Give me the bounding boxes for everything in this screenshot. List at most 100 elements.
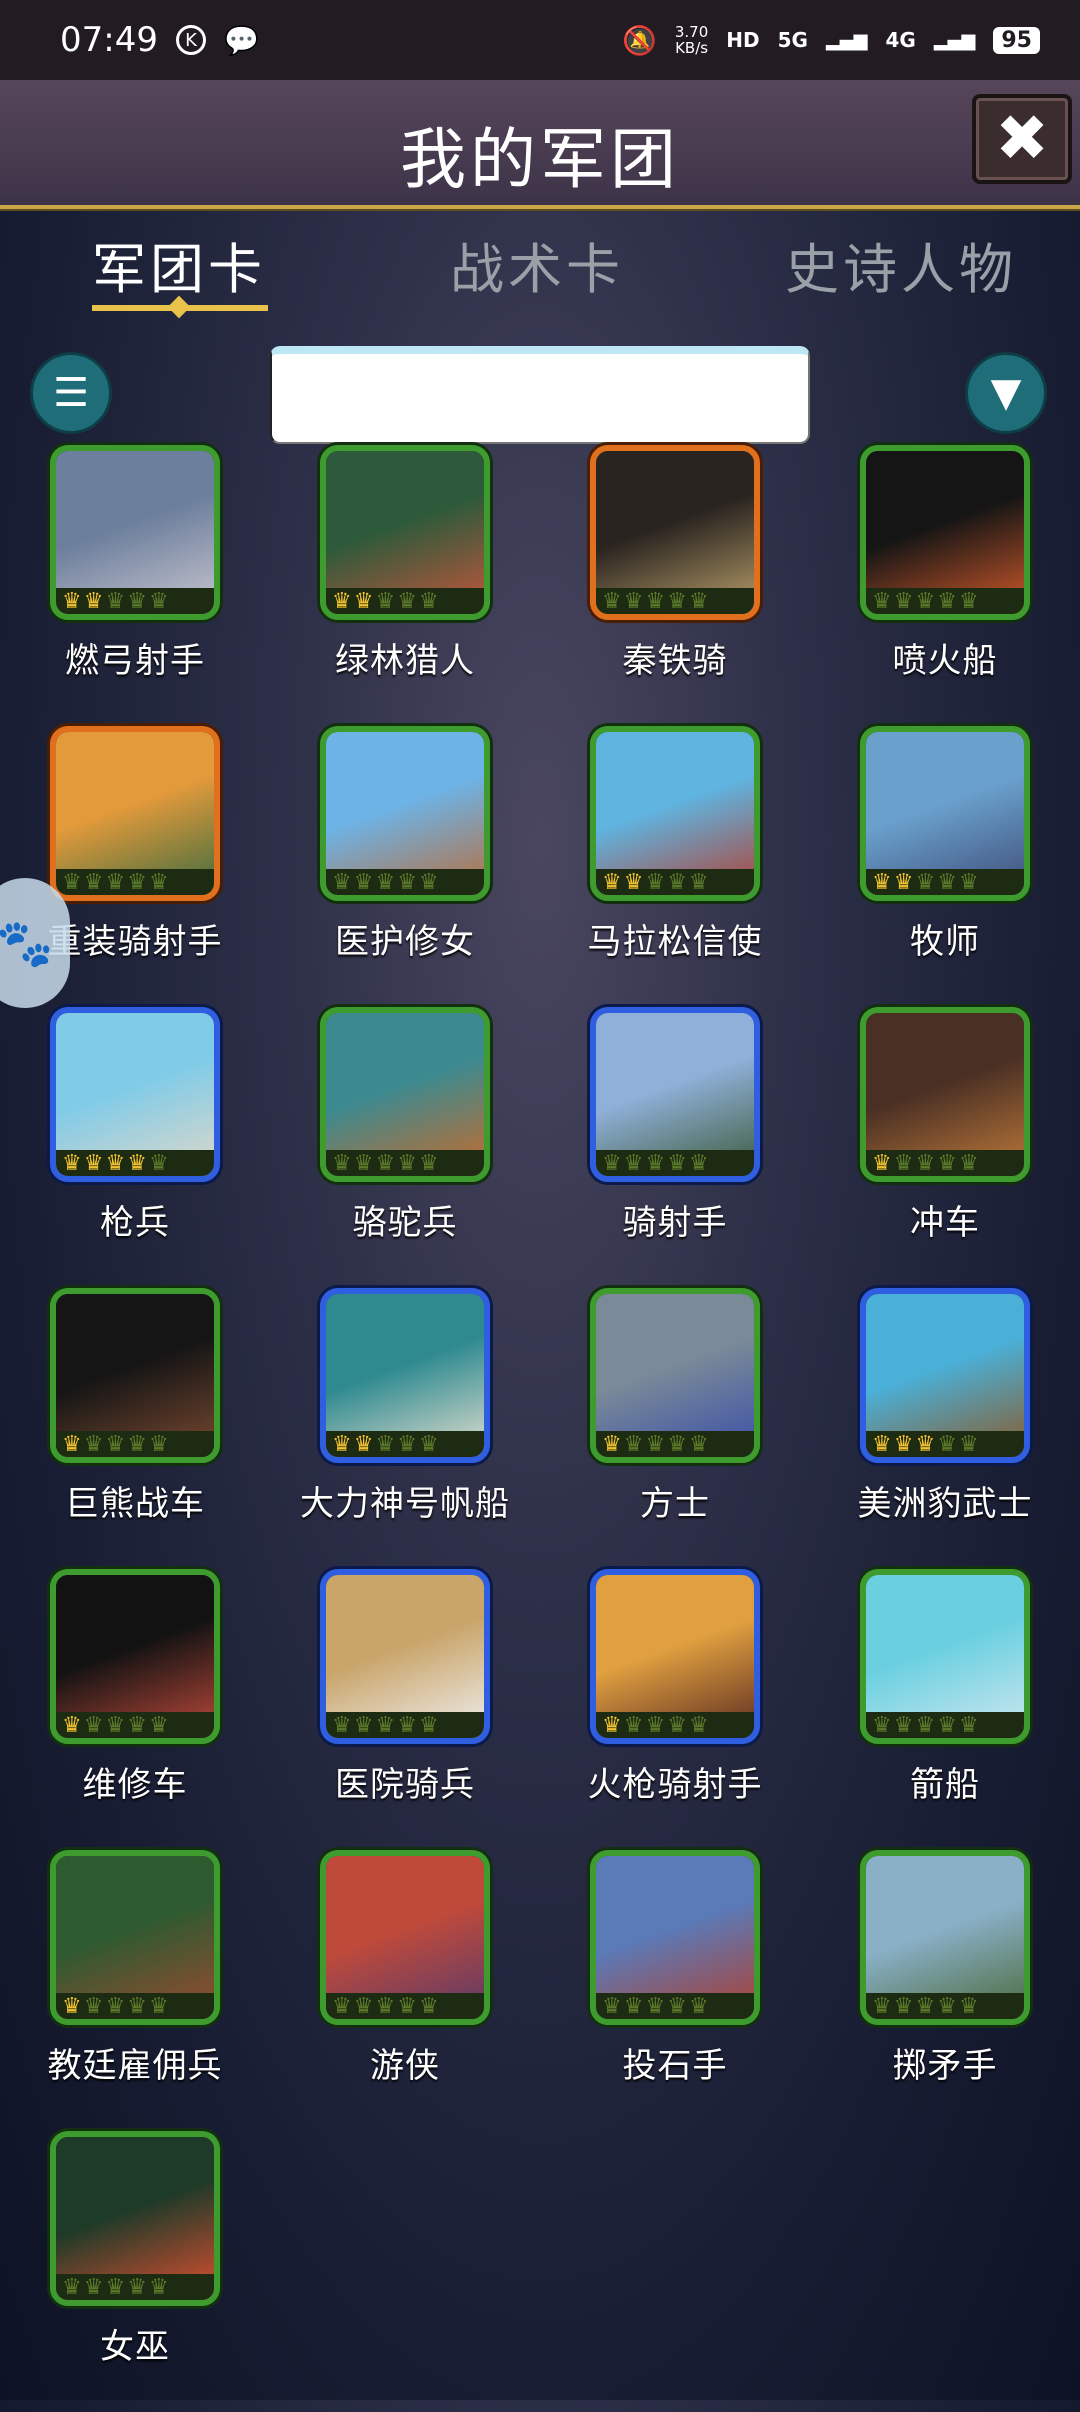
unit-portrait[interactable]: ♛ ♛ ♛ ♛ ♛: [860, 1569, 1030, 1744]
unit-card[interactable]: ♛ ♛ ♛ ♛ ♛ 美洲豹武士: [810, 1288, 1080, 1569]
list-view-button[interactable]: ☰: [30, 352, 112, 434]
unit-portrait[interactable]: ♛ ♛ ♛ ♛ ♛: [860, 445, 1030, 620]
unit-portrait[interactable]: ♛ ♛ ♛ ♛ ♛: [50, 2131, 220, 2306]
unit-portrait[interactable]: ♛ ♛ ♛ ♛ ♛: [320, 1569, 490, 1744]
crown-icon: ♛: [353, 1713, 374, 1738]
unit-portrait[interactable]: ♛ ♛ ♛ ♛ ♛: [50, 1569, 220, 1744]
crown-icon: ♛: [83, 870, 104, 895]
unit-card[interactable]: ♛ ♛ ♛ ♛ ♛ 箭船: [810, 1569, 1080, 1850]
signal-bars-icon-2: ▂▄▆: [933, 29, 976, 51]
unit-portrait[interactable]: ♛ ♛ ♛ ♛ ♛: [320, 1007, 490, 1182]
unit-portrait[interactable]: ♛ ♛ ♛ ♛ ♛: [320, 1850, 490, 2025]
5g-signal-icon: 5G: [777, 28, 808, 52]
unit-card[interactable]: ♛ ♛ ♛ ♛ ♛ 喷火船: [810, 445, 1080, 726]
crown-icon: ♛: [958, 870, 979, 895]
crown-icon: ♛: [872, 589, 892, 614]
tab-legion-cards[interactable]: 军团卡: [92, 225, 266, 304]
unit-card[interactable]: ♛ ♛ ♛ ♛ ♛ 维修车: [0, 1569, 270, 1850]
unit-card[interactable]: ♛ ♛ ♛ ♛ ♛ 火枪骑射手: [540, 1569, 810, 1850]
tab-tactic-cards[interactable]: 战术卡: [450, 225, 624, 304]
crown-icon: ♛: [375, 1994, 396, 2019]
unit-card[interactable]: ♛ ♛ ♛ ♛ ♛ 女巫: [0, 2131, 270, 2412]
crown-icon: ♛: [148, 589, 169, 614]
search-input[interactable]: [270, 346, 810, 444]
unit-portrait[interactable]: ♛ ♛ ♛ ♛ ♛: [860, 1288, 1030, 1463]
unit-card[interactable]: ♛ ♛ ♛ ♛ ♛ 巨熊战车: [0, 1288, 270, 1569]
unit-card[interactable]: ♛ ♛ ♛ ♛ ♛ 牧师: [810, 726, 1080, 1007]
crown-icon: ♛: [893, 870, 914, 895]
crown-icon: ♛: [83, 2275, 104, 2300]
floating-assistant-icon[interactable]: 🐾: [0, 878, 70, 1008]
unit-portrait[interactable]: ♛ ♛ ♛ ♛ ♛: [860, 726, 1030, 901]
unit-card[interactable]: ♛ ♛ ♛ ♛ ♛ 燃弓射手: [0, 445, 270, 726]
wechat-icon: 💬: [223, 23, 259, 57]
unit-portrait[interactable]: ♛ ♛ ♛ ♛ ♛: [860, 1007, 1030, 1182]
unit-card[interactable]: ♛ ♛ ♛ ♛ ♛ 医院骑兵: [270, 1569, 540, 1850]
filter-button[interactable]: ▼: [965, 352, 1047, 434]
unit-portrait[interactable]: ♛ ♛ ♛ ♛ ♛: [590, 1007, 760, 1182]
unit-portrait[interactable]: ♛ ♛ ♛ ♛ ♛: [320, 726, 490, 901]
crown-icon: ♛: [958, 1994, 979, 2019]
unit-portrait[interactable]: ♛ ♛ ♛ ♛ ♛: [590, 726, 760, 901]
unit-card[interactable]: ♛ ♛ ♛ ♛ ♛ 大力神号帆船: [270, 1288, 540, 1569]
unit-portrait[interactable]: ♛ ♛ ♛ ♛ ♛: [590, 1288, 760, 1463]
close-button[interactable]: ✖: [972, 94, 1072, 184]
unit-portrait[interactable]: ♛ ♛ ♛ ♛ ♛: [320, 445, 490, 620]
unit-card[interactable]: ♛ ♛ ♛ ♛ ♛ 掷矛手: [810, 1850, 1080, 2131]
unit-portrait[interactable]: ♛ ♛ ♛ ♛ ♛: [320, 1288, 490, 1463]
unit-card[interactable]: ♛ ♛ ♛ ♛ ♛ 秦铁骑: [540, 445, 810, 726]
crown-icon: ♛: [375, 1432, 396, 1457]
unit-name: 投石手: [622, 2046, 728, 2086]
unit-portrait[interactable]: ♛ ♛ ♛ ♛ ♛: [590, 445, 760, 620]
unit-name: 掷矛手: [892, 2046, 998, 2086]
unit-portrait[interactable]: ♛ ♛ ♛ ♛ ♛: [50, 726, 220, 901]
unit-card[interactable]: ♛ ♛ ♛ ♛ ♛ 马拉松信使: [540, 726, 810, 1007]
crown-icon: ♛: [148, 1151, 169, 1176]
crown-icon: ♛: [148, 1994, 169, 2019]
header-bar: 我的军团 ✖: [0, 80, 1080, 209]
star-level-bar: ♛ ♛ ♛ ♛ ♛: [866, 1993, 1024, 2019]
unit-portrait[interactable]: ♛ ♛ ♛ ♛ ♛: [50, 445, 220, 620]
unit-card[interactable]: ♛ ♛ ♛ ♛ ♛ 枪兵: [0, 1007, 270, 1288]
crown-icon: ♛: [958, 1151, 979, 1176]
crown-icon: ♛: [332, 1994, 352, 2019]
star-level-bar: ♛ ♛ ♛ ♛ ♛: [326, 869, 484, 895]
unit-card[interactable]: ♛ ♛ ♛ ♛ ♛ 游侠: [270, 1850, 540, 2131]
unit-name: 美洲豹武士: [857, 1484, 1033, 1524]
crown-icon: ♛: [688, 1713, 709, 1738]
crown-icon: ♛: [62, 1713, 82, 1738]
star-level-bar: ♛ ♛ ♛ ♛ ♛: [326, 1993, 484, 2019]
crown-icon: ♛: [332, 1713, 352, 1738]
star-level-bar: ♛ ♛ ♛ ♛ ♛: [56, 1993, 214, 2019]
crown-icon: ♛: [872, 1151, 892, 1176]
unit-name: 医院骑兵: [335, 1765, 475, 1805]
crown-icon: ♛: [667, 1713, 687, 1738]
unit-portrait[interactable]: ♛ ♛ ♛ ♛ ♛: [50, 1288, 220, 1463]
unit-portrait[interactable]: ♛ ♛ ♛ ♛ ♛: [50, 1007, 220, 1182]
crown-icon: ♛: [62, 589, 82, 614]
unit-card[interactable]: ♛ ♛ ♛ ♛ ♛ 冲车: [810, 1007, 1080, 1288]
crown-icon: ♛: [353, 870, 374, 895]
unit-portrait[interactable]: ♛ ♛ ♛ ♛ ♛: [590, 1850, 760, 2025]
tab-epic-figures[interactable]: 史诗人物: [785, 225, 1017, 304]
crown-icon: ♛: [602, 589, 622, 614]
unit-card[interactable]: ♛ ♛ ♛ ♛ ♛ 骑射手: [540, 1007, 810, 1288]
unit-card[interactable]: ♛ ♛ ♛ ♛ ♛ 医护修女: [270, 726, 540, 1007]
crown-icon: ♛: [62, 2275, 82, 2300]
crown-icon: ♛: [332, 1151, 352, 1176]
unit-card[interactable]: ♛ ♛ ♛ ♛ ♛ 骆驼兵: [270, 1007, 540, 1288]
unit-card[interactable]: ♛ ♛ ♛ ♛ ♛ 绿林猎人: [270, 445, 540, 726]
crown-icon: ♛: [872, 1994, 892, 2019]
crown-icon: ♛: [418, 870, 439, 895]
crown-icon: ♛: [127, 870, 147, 895]
unit-portrait[interactable]: ♛ ♛ ♛ ♛ ♛: [50, 1850, 220, 2025]
unit-card[interactable]: ♛ ♛ ♛ ♛ ♛ 教廷雇佣兵: [0, 1850, 270, 2131]
crown-icon: ♛: [105, 1994, 126, 2019]
unit-portrait[interactable]: ♛ ♛ ♛ ♛ ♛: [590, 1569, 760, 1744]
unit-card[interactable]: ♛ ♛ ♛ ♛ ♛ 方士: [540, 1288, 810, 1569]
crown-icon: ♛: [915, 870, 936, 895]
mute-icon: 🔕: [622, 23, 657, 57]
unit-card[interactable]: ♛ ♛ ♛ ♛ ♛ 投石手: [540, 1850, 810, 2131]
unit-portrait[interactable]: ♛ ♛ ♛ ♛ ♛: [860, 1850, 1030, 2025]
crown-icon: ♛: [105, 870, 126, 895]
